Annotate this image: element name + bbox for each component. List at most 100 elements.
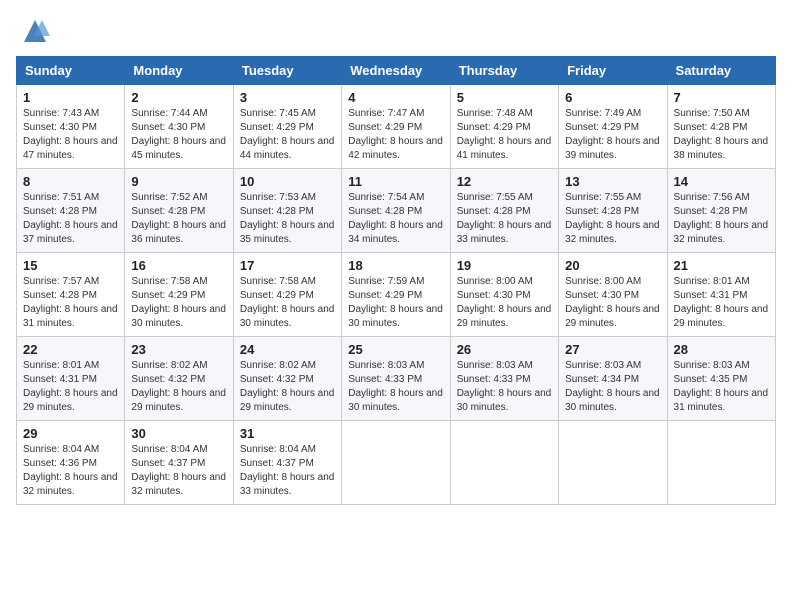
day-info: Sunrise: 8:01 AMSunset: 4:31 PMDaylight:… (23, 360, 118, 413)
day-number: 14 (674, 174, 769, 189)
day-number: 29 (23, 426, 118, 441)
day-cell: 1 Sunrise: 7:43 AMSunset: 4:30 PMDayligh… (17, 85, 125, 169)
col-header-wednesday: Wednesday (342, 57, 450, 85)
day-cell: 29 Sunrise: 8:04 AMSunset: 4:36 PMDaylig… (17, 421, 125, 505)
logo-text (16, 16, 50, 46)
day-number: 23 (131, 342, 226, 357)
day-cell: 17 Sunrise: 7:58 AMSunset: 4:29 PMDaylig… (233, 253, 341, 337)
day-info: Sunrise: 8:04 AMSunset: 4:37 PMDaylight:… (240, 444, 335, 497)
day-number: 7 (674, 90, 769, 105)
day-number: 12 (457, 174, 552, 189)
col-header-friday: Friday (559, 57, 667, 85)
header (16, 16, 776, 46)
day-cell: 4 Sunrise: 7:47 AMSunset: 4:29 PMDayligh… (342, 85, 450, 169)
day-number: 21 (674, 258, 769, 273)
day-number: 30 (131, 426, 226, 441)
day-info: Sunrise: 7:57 AMSunset: 4:28 PMDaylight:… (23, 276, 118, 329)
day-number: 19 (457, 258, 552, 273)
col-header-monday: Monday (125, 57, 233, 85)
day-cell: 11 Sunrise: 7:54 AMSunset: 4:28 PMDaylig… (342, 169, 450, 253)
day-cell: 24 Sunrise: 8:02 AMSunset: 4:32 PMDaylig… (233, 337, 341, 421)
day-cell (342, 421, 450, 505)
day-cell (559, 421, 667, 505)
day-number: 20 (565, 258, 660, 273)
day-number: 18 (348, 258, 443, 273)
week-row-5: 29 Sunrise: 8:04 AMSunset: 4:36 PMDaylig… (17, 421, 776, 505)
day-info: Sunrise: 8:04 AMSunset: 4:36 PMDaylight:… (23, 444, 118, 497)
day-cell: 20 Sunrise: 8:00 AMSunset: 4:30 PMDaylig… (559, 253, 667, 337)
day-number: 6 (565, 90, 660, 105)
day-number: 22 (23, 342, 118, 357)
day-cell: 8 Sunrise: 7:51 AMSunset: 4:28 PMDayligh… (17, 169, 125, 253)
day-number: 8 (23, 174, 118, 189)
day-cell: 10 Sunrise: 7:53 AMSunset: 4:28 PMDaylig… (233, 169, 341, 253)
day-cell: 3 Sunrise: 7:45 AMSunset: 4:29 PMDayligh… (233, 85, 341, 169)
day-number: 3 (240, 90, 335, 105)
day-info: Sunrise: 7:51 AMSunset: 4:28 PMDaylight:… (23, 192, 118, 245)
day-cell (450, 421, 558, 505)
calendar-table: SundayMondayTuesdayWednesdayThursdayFrid… (16, 56, 776, 505)
calendar-header-row: SundayMondayTuesdayWednesdayThursdayFrid… (17, 57, 776, 85)
page: SundayMondayTuesdayWednesdayThursdayFrid… (0, 0, 792, 612)
day-number: 11 (348, 174, 443, 189)
day-cell: 12 Sunrise: 7:55 AMSunset: 4:28 PMDaylig… (450, 169, 558, 253)
day-number: 24 (240, 342, 335, 357)
week-row-1: 1 Sunrise: 7:43 AMSunset: 4:30 PMDayligh… (17, 85, 776, 169)
day-info: Sunrise: 8:03 AMSunset: 4:33 PMDaylight:… (457, 360, 552, 413)
col-header-saturday: Saturday (667, 57, 775, 85)
day-cell: 26 Sunrise: 8:03 AMSunset: 4:33 PMDaylig… (450, 337, 558, 421)
week-row-4: 22 Sunrise: 8:01 AMSunset: 4:31 PMDaylig… (17, 337, 776, 421)
week-row-3: 15 Sunrise: 7:57 AMSunset: 4:28 PMDaylig… (17, 253, 776, 337)
day-number: 27 (565, 342, 660, 357)
day-cell: 27 Sunrise: 8:03 AMSunset: 4:34 PMDaylig… (559, 337, 667, 421)
day-number: 16 (131, 258, 226, 273)
day-info: Sunrise: 7:44 AMSunset: 4:30 PMDaylight:… (131, 108, 226, 161)
day-info: Sunrise: 7:49 AMSunset: 4:29 PMDaylight:… (565, 108, 660, 161)
day-number: 17 (240, 258, 335, 273)
day-cell (667, 421, 775, 505)
day-number: 2 (131, 90, 226, 105)
day-info: Sunrise: 8:03 AMSunset: 4:35 PMDaylight:… (674, 360, 769, 413)
day-info: Sunrise: 8:00 AMSunset: 4:30 PMDaylight:… (565, 276, 660, 329)
day-cell: 16 Sunrise: 7:58 AMSunset: 4:29 PMDaylig… (125, 253, 233, 337)
day-cell: 25 Sunrise: 8:03 AMSunset: 4:33 PMDaylig… (342, 337, 450, 421)
col-header-sunday: Sunday (17, 57, 125, 85)
day-info: Sunrise: 7:58 AMSunset: 4:29 PMDaylight:… (131, 276, 226, 329)
day-info: Sunrise: 8:01 AMSunset: 4:31 PMDaylight:… (674, 276, 769, 329)
day-cell: 23 Sunrise: 8:02 AMSunset: 4:32 PMDaylig… (125, 337, 233, 421)
col-header-tuesday: Tuesday (233, 57, 341, 85)
col-header-thursday: Thursday (450, 57, 558, 85)
day-cell: 28 Sunrise: 8:03 AMSunset: 4:35 PMDaylig… (667, 337, 775, 421)
day-number: 26 (457, 342, 552, 357)
day-info: Sunrise: 8:03 AMSunset: 4:34 PMDaylight:… (565, 360, 660, 413)
day-info: Sunrise: 7:59 AMSunset: 4:29 PMDaylight:… (348, 276, 443, 329)
day-cell: 13 Sunrise: 7:55 AMSunset: 4:28 PMDaylig… (559, 169, 667, 253)
day-info: Sunrise: 7:55 AMSunset: 4:28 PMDaylight:… (565, 192, 660, 245)
day-number: 1 (23, 90, 118, 105)
day-info: Sunrise: 8:03 AMSunset: 4:33 PMDaylight:… (348, 360, 443, 413)
day-cell: 19 Sunrise: 8:00 AMSunset: 4:30 PMDaylig… (450, 253, 558, 337)
day-number: 28 (674, 342, 769, 357)
day-number: 4 (348, 90, 443, 105)
day-info: Sunrise: 7:55 AMSunset: 4:28 PMDaylight:… (457, 192, 552, 245)
logo-icon (20, 16, 50, 46)
day-info: Sunrise: 7:54 AMSunset: 4:28 PMDaylight:… (348, 192, 443, 245)
day-cell: 14 Sunrise: 7:56 AMSunset: 4:28 PMDaylig… (667, 169, 775, 253)
day-info: Sunrise: 8:02 AMSunset: 4:32 PMDaylight:… (131, 360, 226, 413)
day-info: Sunrise: 7:47 AMSunset: 4:29 PMDaylight:… (348, 108, 443, 161)
day-cell: 9 Sunrise: 7:52 AMSunset: 4:28 PMDayligh… (125, 169, 233, 253)
day-number: 10 (240, 174, 335, 189)
logo (16, 16, 50, 46)
day-number: 31 (240, 426, 335, 441)
day-info: Sunrise: 8:04 AMSunset: 4:37 PMDaylight:… (131, 444, 226, 497)
day-info: Sunrise: 7:50 AMSunset: 4:28 PMDaylight:… (674, 108, 769, 161)
day-info: Sunrise: 7:52 AMSunset: 4:28 PMDaylight:… (131, 192, 226, 245)
day-cell: 22 Sunrise: 8:01 AMSunset: 4:31 PMDaylig… (17, 337, 125, 421)
day-info: Sunrise: 7:43 AMSunset: 4:30 PMDaylight:… (23, 108, 118, 161)
day-info: Sunrise: 7:56 AMSunset: 4:28 PMDaylight:… (674, 192, 769, 245)
day-number: 25 (348, 342, 443, 357)
day-cell: 30 Sunrise: 8:04 AMSunset: 4:37 PMDaylig… (125, 421, 233, 505)
day-number: 15 (23, 258, 118, 273)
day-cell: 5 Sunrise: 7:48 AMSunset: 4:29 PMDayligh… (450, 85, 558, 169)
day-cell: 31 Sunrise: 8:04 AMSunset: 4:37 PMDaylig… (233, 421, 341, 505)
